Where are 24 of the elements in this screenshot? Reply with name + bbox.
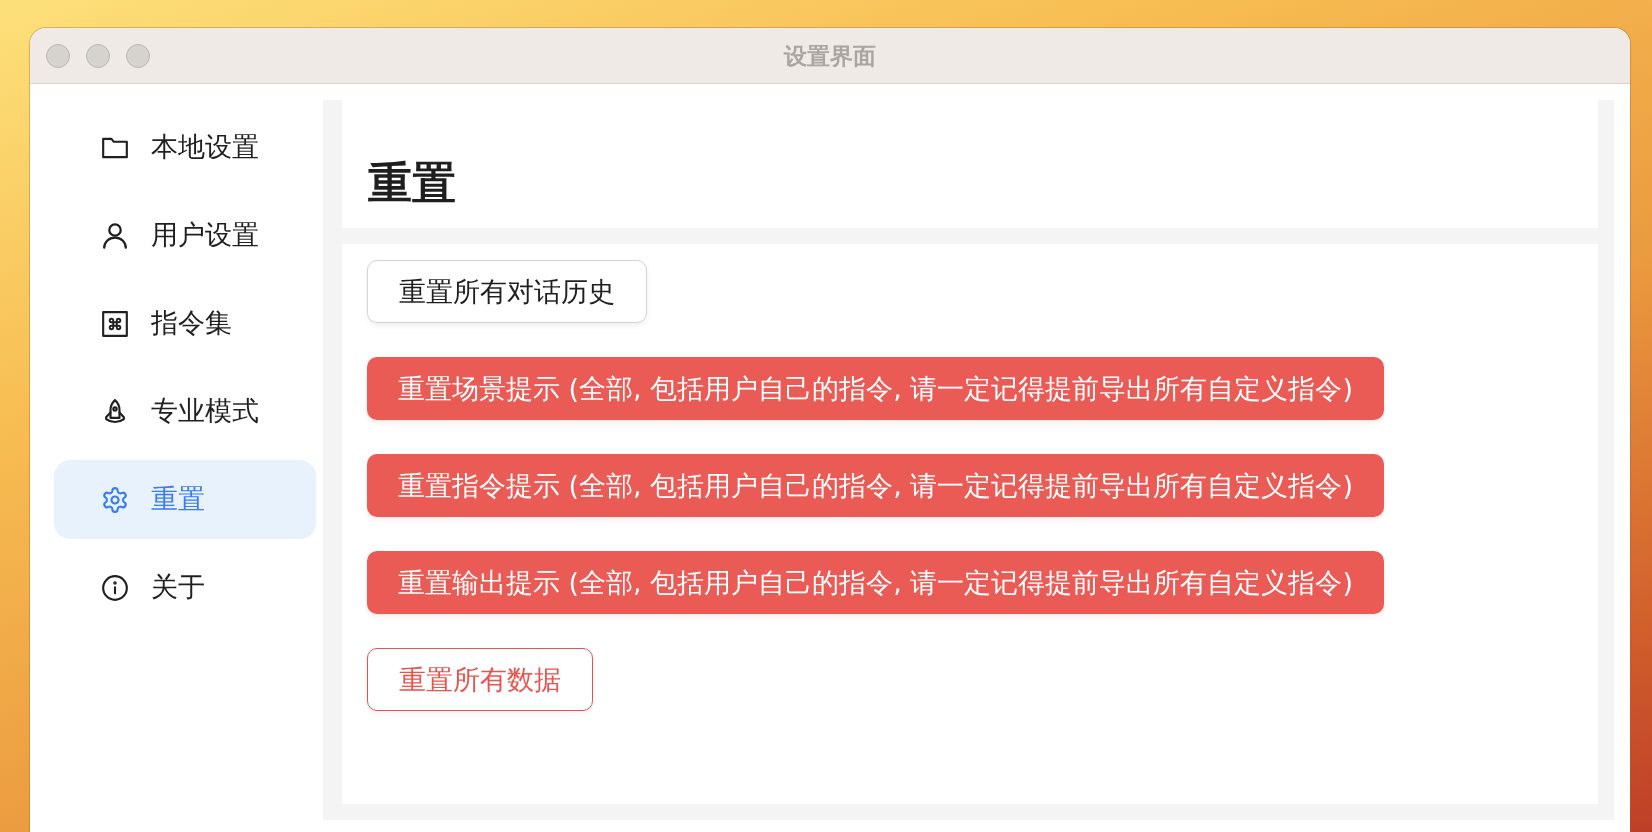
sidebar-item-label: 重置 xyxy=(151,483,205,516)
page-heading: 重置 xyxy=(368,157,456,210)
reset-button[interactable]: 重置所有对话历史 xyxy=(367,260,647,323)
user-icon xyxy=(102,222,128,249)
sidebar-item[interactable]: 专业模式 xyxy=(54,372,316,451)
sidebar-item-label: 指令集 xyxy=(151,307,232,340)
sidebar-item[interactable]: 指令集 xyxy=(54,284,316,363)
window-maximize-button[interactable] xyxy=(126,43,150,68)
sidebar-item[interactable]: 用户设置 xyxy=(54,196,316,275)
sidebar-item[interactable]: 关于 xyxy=(54,548,316,627)
sidebar-item-label: 本地设置 xyxy=(151,131,259,164)
sidebar-item[interactable]: 重置 xyxy=(54,460,316,539)
window-close-button[interactable] xyxy=(46,43,70,68)
window-title: 设置界面 xyxy=(784,41,876,70)
rocket-icon xyxy=(102,398,128,425)
command-key-icon xyxy=(102,310,128,337)
info-icon xyxy=(102,574,128,601)
window-minimize-button[interactable] xyxy=(86,43,110,68)
sidebar-item-label: 关于 xyxy=(151,571,205,604)
sidebar-item-label: 专业模式 xyxy=(151,395,259,428)
sidebar-item[interactable]: 本地设置 xyxy=(54,108,316,187)
settings-icon xyxy=(102,486,128,513)
outline-danger-button[interactable]: 重置所有数据 xyxy=(367,648,593,711)
sidebar-item-label: 用户设置 xyxy=(151,219,259,252)
